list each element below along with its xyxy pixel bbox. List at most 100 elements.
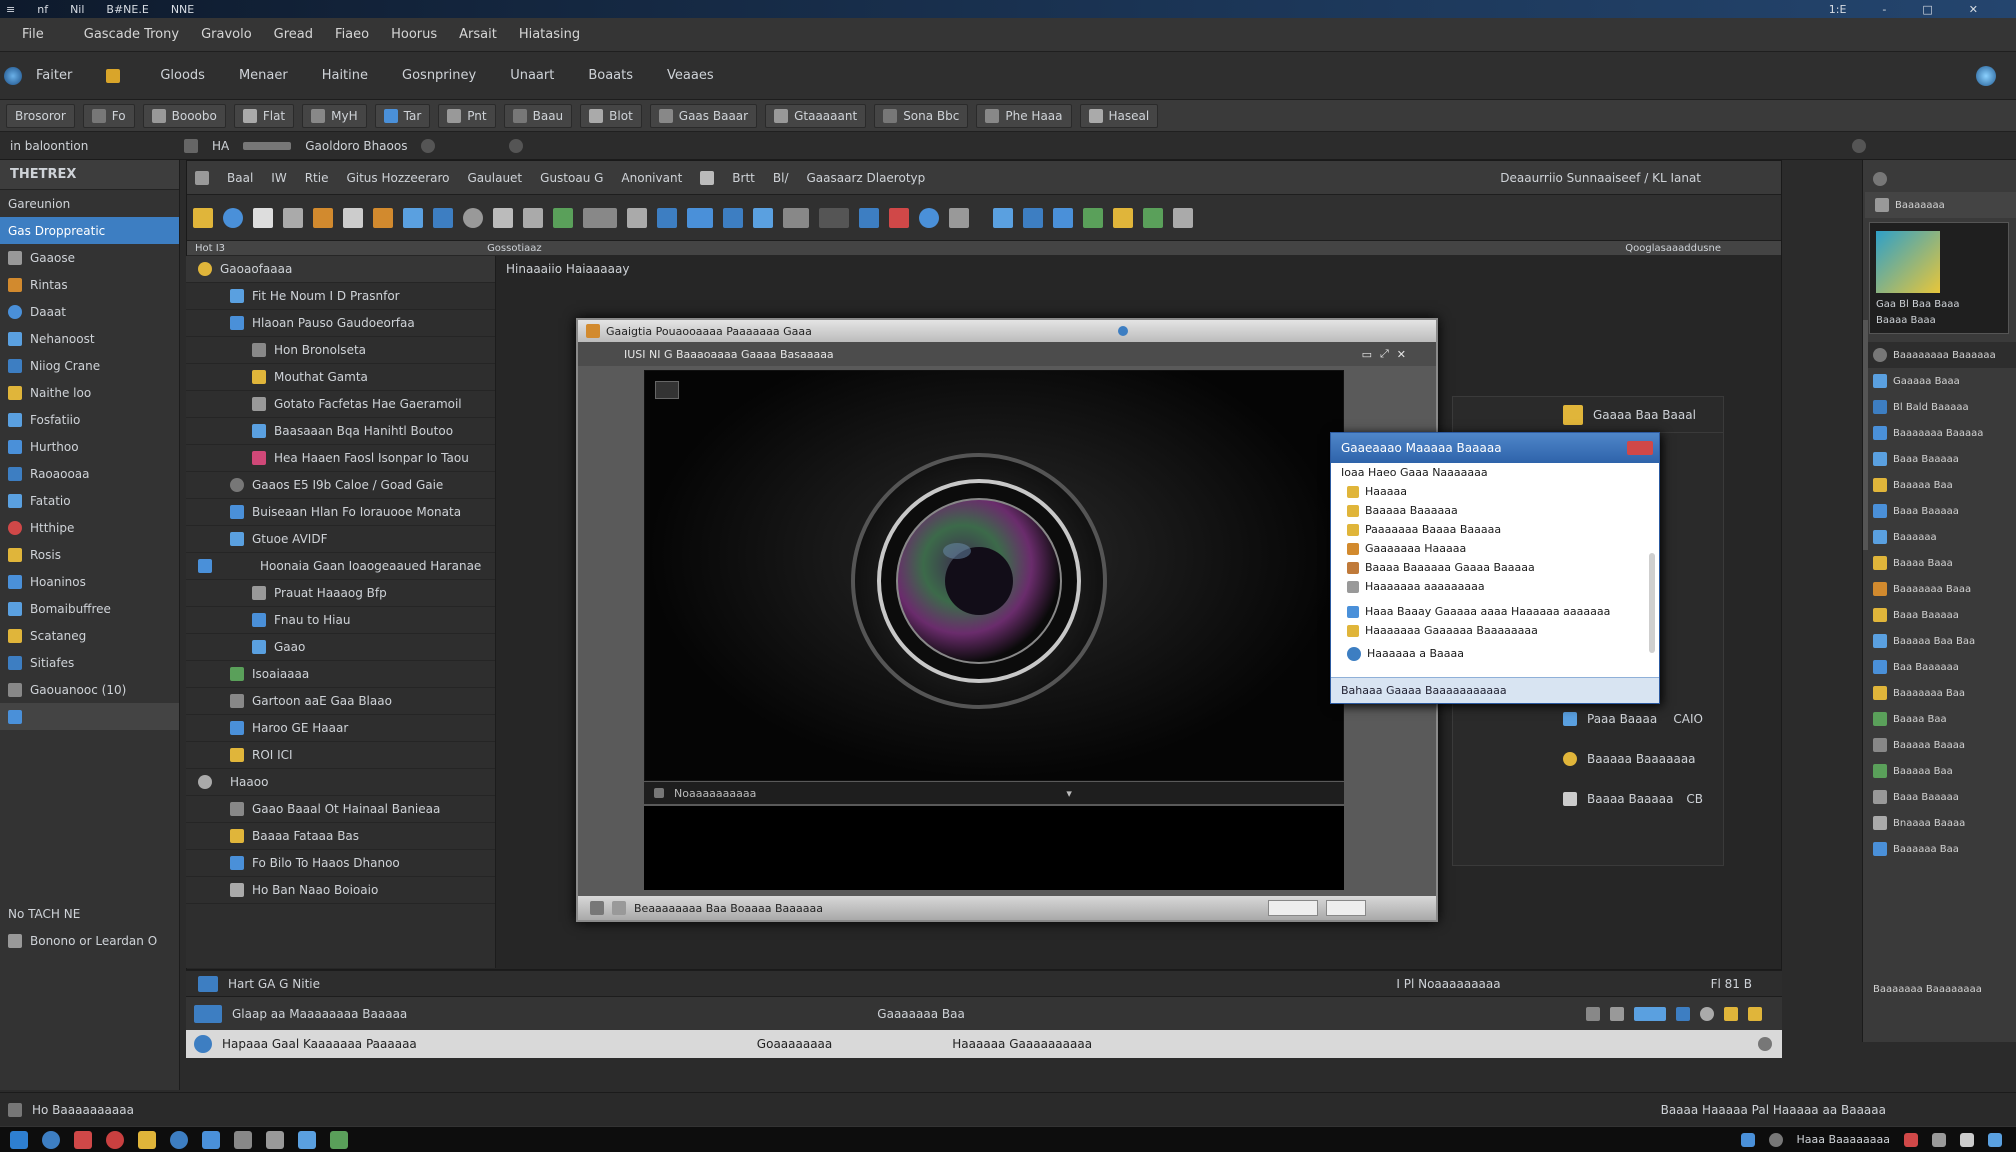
dialog-list-item[interactable]: Haaa Baaay Gaaaaa aaaa Haaaaaa aaaaaaa (1331, 602, 1659, 621)
pen-icon[interactable] (753, 207, 773, 228)
right-item[interactable]: Baaaaa Baa (1863, 758, 2016, 784)
sidebar-item[interactable]: Sitiafes (0, 649, 179, 676)
sidebar-item[interactable]: Nehanoost (0, 325, 179, 352)
menu-item[interactable]: Gravolo (201, 27, 252, 42)
tree-node[interactable]: Haaoo (186, 769, 495, 796)
right-item[interactable]: Baaaaaaa Baa (1863, 680, 2016, 706)
tree-node[interactable]: Fit He Noum I D Prasnfor (186, 283, 495, 310)
toolbar-button[interactable]: Tar (374, 103, 431, 128)
right-item[interactable]: Baaaaa Baa Baa (1863, 628, 2016, 654)
bulb-icon[interactable] (1113, 207, 1133, 228)
sidebar-item[interactable]: Fatatio (0, 487, 179, 514)
tree-node[interactable]: Gotato Facfetas Hae Gaeramoil (186, 391, 495, 418)
tree-node[interactable]: Gartoon aaE Gaa Blaao (186, 688, 495, 715)
taskbar-app-icon[interactable] (42, 1130, 60, 1149)
toolbar-button[interactable]: Brosoror (6, 103, 75, 128)
photo-icon[interactable] (403, 207, 423, 228)
sidebar-item[interactable]: Daaat (0, 298, 179, 325)
brush-icon[interactable] (1143, 207, 1163, 228)
wrench-icon[interactable] (523, 207, 543, 228)
secondary-menu-item[interactable]: Faiter (36, 68, 72, 83)
toolbar-button[interactable]: MyH (302, 103, 367, 128)
dialog-list-item[interactable]: Gaaaaaaa Haaaaa (1331, 539, 1659, 558)
minimize-icon[interactable]: ▭ (1362, 348, 1372, 361)
tool-icon[interactable] (1724, 1006, 1738, 1021)
popup-dialog[interactable]: Gaaeaaao Maaaaa Baaaaa Ioaa Haeo Gaaa Na… (1330, 432, 1660, 704)
tray-icon[interactable] (1932, 1132, 1946, 1147)
toolbar-button[interactable]: Blot (580, 103, 642, 128)
viewer-window[interactable]: Gaaigtia Pouaooaaaa Paaaaaaa Gaaa IUSI N… (576, 318, 1438, 922)
preview-thumbnail[interactable]: Gaa Bl Baa Baaa Baaaa Baaa (1869, 222, 2009, 334)
tree-node[interactable]: Hon Bronolseta (186, 337, 495, 364)
menu-item[interactable]: Gread (274, 27, 313, 42)
right-item[interactable]: Baaa Baaaaa (1863, 784, 2016, 810)
ok-button[interactable] (1268, 900, 1318, 916)
toolbar-button[interactable]: Haseal (1079, 103, 1159, 128)
tree-node[interactable]: Fo Bilo To Haaos Dhanoo (186, 850, 495, 877)
minimize-button[interactable]: - (1882, 3, 1886, 16)
sidebar-item[interactable]: No TACH NE (0, 900, 179, 927)
doc-icon[interactable] (195, 170, 209, 185)
phone-icon[interactable] (993, 207, 1013, 228)
dialog-list-item[interactable]: Haaaaaaa Gaaaaaa Baaaaaaaa (1331, 621, 1659, 640)
right-item[interactable]: Baaa Baaaaa (1863, 602, 2016, 628)
sidebar-item[interactable]: Htthipe (0, 514, 179, 541)
globe-icon[interactable] (1976, 65, 1996, 86)
dialog-titlebar[interactable]: Gaaeaaao Maaaaa Baaaaa (1331, 433, 1659, 463)
tool-icon[interactable] (1610, 1006, 1624, 1021)
taskbar-app-icon[interactable] (74, 1130, 92, 1149)
pin-icon[interactable] (1117, 326, 1128, 336)
ribbon-item[interactable]: IW (271, 171, 286, 185)
taskbar-app-icon[interactable] (170, 1130, 188, 1149)
tool-icon[interactable] (1700, 1006, 1714, 1021)
toolbar-button[interactable]: Gtaaaaant (765, 103, 867, 128)
ribbon-item[interactable]: Rtie (305, 171, 329, 185)
sidebar-item[interactable]: Scataneg (0, 622, 179, 649)
toolbar-button[interactable]: Booobo (142, 103, 226, 128)
dialog-list-item[interactable]: Haaaaaa a Baaaa (1331, 644, 1659, 663)
right-item[interactable]: Bl Bald Baaaaa (1863, 394, 2016, 420)
cancel-button[interactable] (1326, 900, 1366, 916)
dialog-list-item[interactable]: Baaaaa Baaaaaa (1331, 501, 1659, 520)
status-input-bar[interactable]: Hapaaa Gaal Kaaaaaaa Paaaaaa Goaaaaaaaa … (186, 1030, 1782, 1058)
close-icon[interactable]: ✕ (1397, 348, 1406, 361)
taskbar-app-icon[interactable] (202, 1130, 220, 1149)
toolbar-button[interactable]: Flat (233, 103, 295, 128)
tree-node[interactable]: Isoaiaaaa (186, 661, 495, 688)
tray-icon[interactable] (1768, 1132, 1783, 1147)
subbar-label[interactable]: Gaoldoro Bhaoos (305, 139, 407, 153)
title-item[interactable]: ≡ (6, 3, 15, 16)
menu-item[interactable]: Hoorus (391, 27, 437, 42)
tree-node[interactable]: Haroo GE Haaar (186, 715, 495, 742)
layers-icon[interactable] (627, 207, 647, 228)
close-button[interactable]: ✕ (1969, 3, 1978, 16)
toolbar-button[interactable]: Sona Bbc (874, 103, 969, 128)
tag-icon[interactable] (553, 207, 573, 228)
tab-label[interactable]: Hot I3 (195, 243, 225, 254)
sidebar-item[interactable]: Rintas (0, 271, 179, 298)
picture-icon[interactable] (859, 207, 879, 228)
ribbon-item[interactable]: Gustoau G (540, 171, 603, 185)
doc-icon[interactable] (343, 207, 363, 228)
tree-node[interactable]: Gaao (186, 634, 495, 661)
eraser-icon[interactable] (1173, 207, 1193, 228)
taskbar-app-icon[interactable] (330, 1130, 348, 1149)
right-panel-scrollbar[interactable] (1863, 320, 1868, 550)
right-item[interactable]: Baa Baaaaaa (1863, 654, 2016, 680)
secondary-menu-item[interactable]: Menaer (239, 68, 288, 83)
tool-icon[interactable] (1676, 1006, 1690, 1021)
sidebar-item[interactable]: Bomaibuffree (0, 595, 179, 622)
page-icon[interactable] (283, 207, 303, 228)
sidebar-item[interactable]: Gareunion (0, 190, 179, 217)
settings-icon[interactable] (1852, 138, 1866, 153)
secondary-menu-item[interactable]: Unaart (510, 68, 554, 83)
brush-icon[interactable] (493, 207, 513, 228)
tray-icon[interactable] (1740, 1132, 1755, 1147)
dialog-list-item[interactable]: Haaaaaaa aaaaaaaaa (1331, 577, 1659, 596)
right-item[interactable]: Baaa Baaaaa (1863, 446, 2016, 472)
sidebar-item[interactable]: Bonono or Leardan O (0, 927, 179, 954)
title-item[interactable]: nf (37, 3, 48, 16)
tree-node[interactable]: Buiseaan Hlan Fo Iorauooe Monata (186, 499, 495, 526)
sidebar-item[interactable]: Gaouanooc (10) (0, 676, 179, 703)
ribbon-item[interactable]: Brtt (732, 171, 755, 185)
